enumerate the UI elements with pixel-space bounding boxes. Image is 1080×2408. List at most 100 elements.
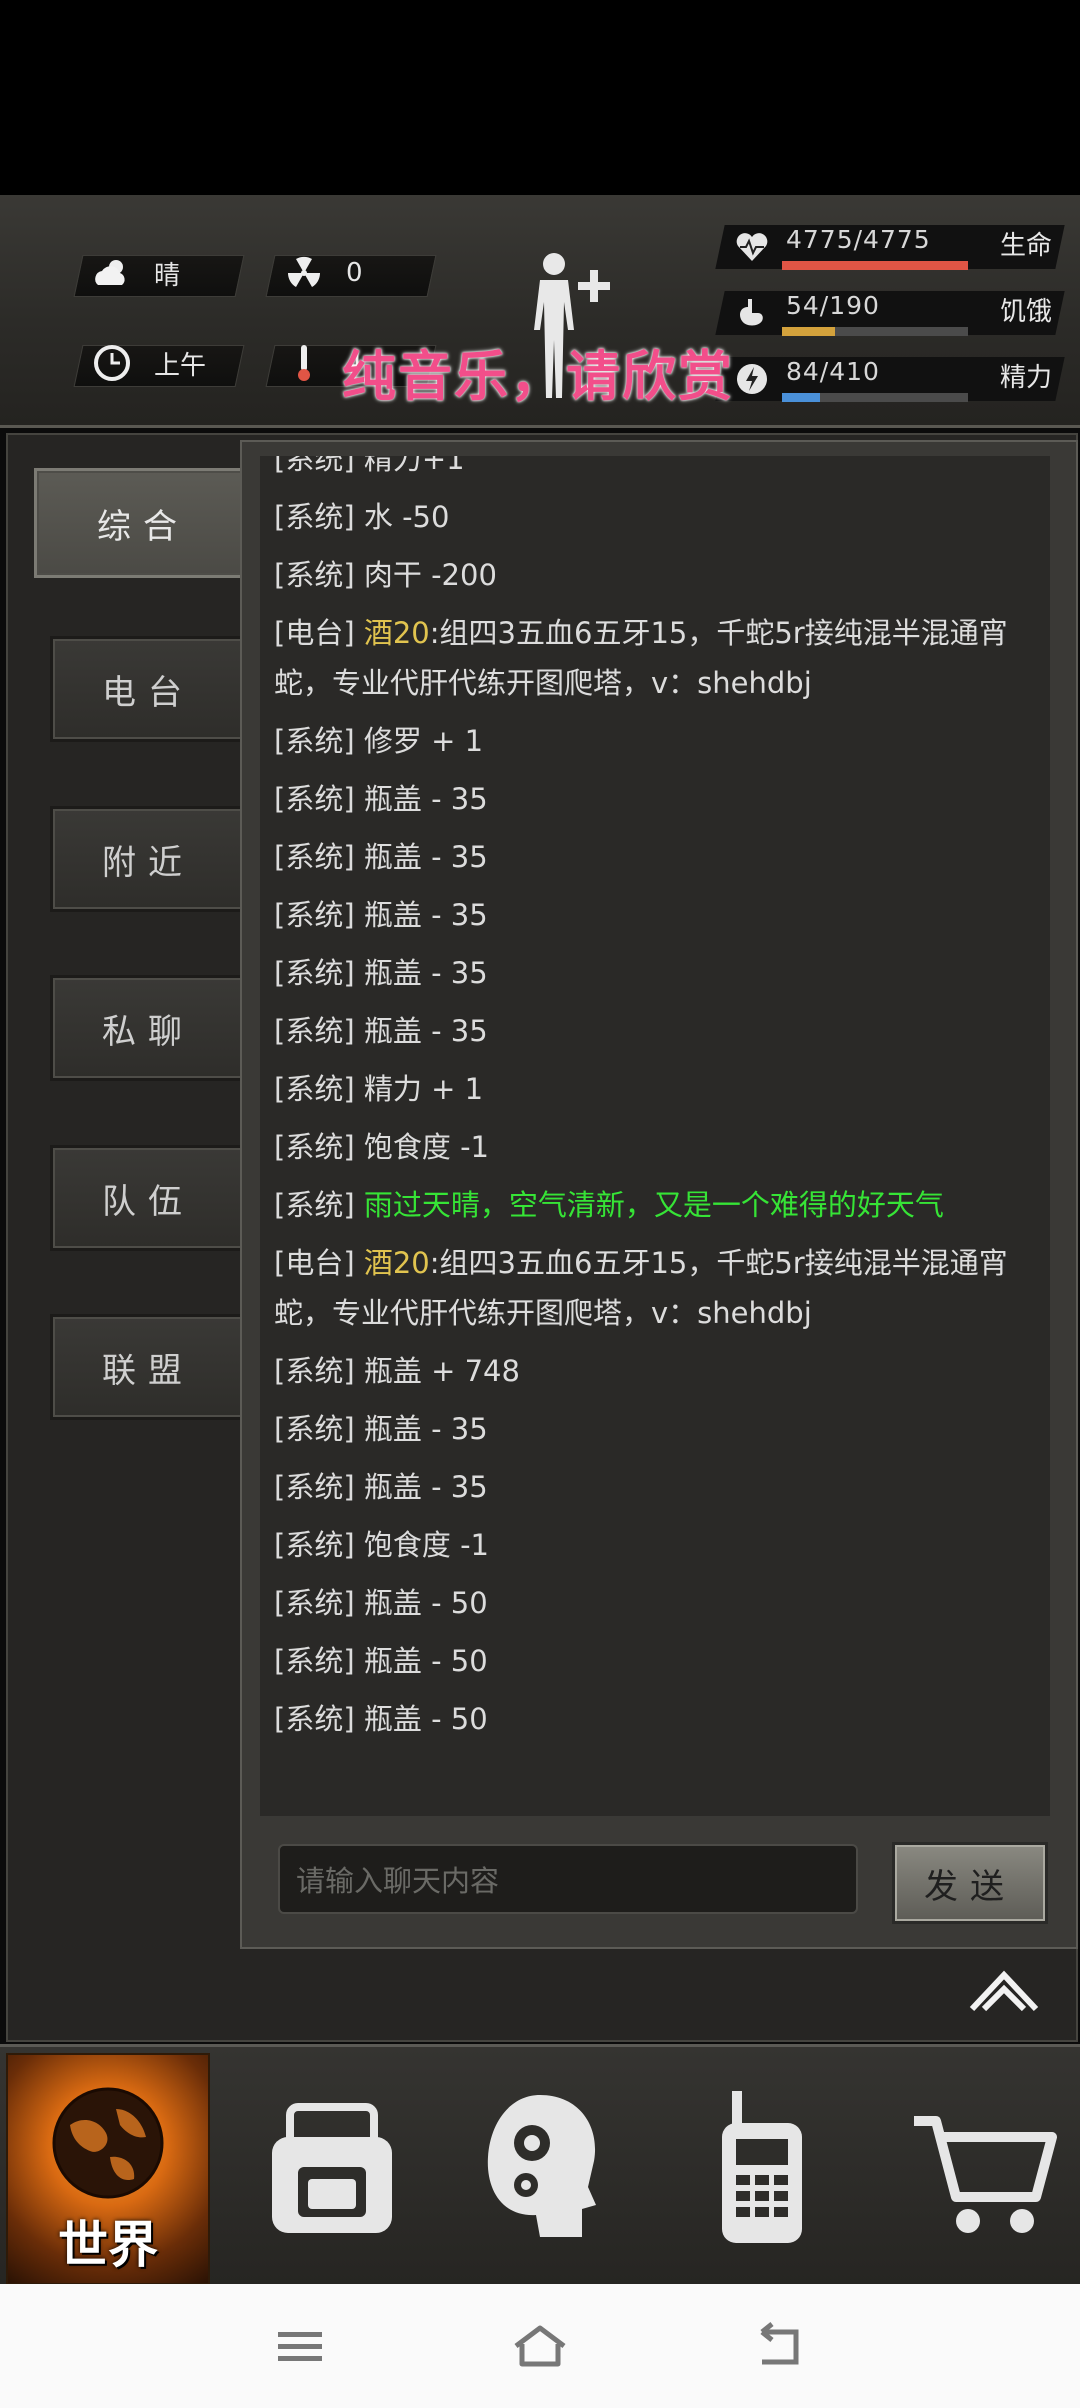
chat-message: [系统] 精力+1 [260,456,1050,488]
energy-label: 精力 [999,363,1052,393]
send-button[interactable]: 发送 [892,1842,1048,1924]
message-channel-tag: [系统] [274,1130,355,1164]
chat-message: [系统] 瓶盖 - 50 [260,1574,1050,1632]
message-text: 精力+1 [363,456,465,476]
message-text: 雨过天晴，空气清新，又是一个难得的好天气 [363,1188,944,1222]
message-channel-tag: [系统] [274,1014,355,1048]
chat-message: [系统] 饱食度 -1 [260,1118,1050,1176]
chat-message: [系统] 水 -50 [260,488,1050,546]
energy-stat: 84/410 精力 [715,349,1070,402]
backpack-icon[interactable] [262,2087,402,2247]
system-navigation-bar [0,2284,1080,2408]
message-channel-tag: [系统] [274,1072,355,1106]
message-channel-tag: [系统] [274,1412,355,1446]
message-channel-tag: [系统] [274,500,355,534]
chat-message: [系统] 瓶盖 - 35 [260,1002,1050,1060]
tab-team[interactable]: 队伍 [50,1145,246,1251]
hunger-stat: 54/190 饥饿 [715,283,1070,336]
message-channel-tag: [系统] [274,1354,355,1388]
stomach-icon [740,299,763,326]
chat-message: [电台] 酒20:组四3五血6五牙15，千蛇5r接纯混半混通宵蛇，专业代肝代练开… [260,1234,1050,1342]
message-text: 肉干 -200 [363,558,497,592]
message-sender[interactable]: 酒20 [364,1246,430,1280]
shopping-cart-icon[interactable] [910,2087,1060,2247]
chat-message: [系统] 瓶盖 - 35 [260,1400,1050,1458]
tab-alliance[interactable]: 联盟 [50,1314,246,1420]
chat-message: [系统] 瓶盖 - 35 [260,828,1050,886]
energy-value: 84/410 [786,357,880,386]
status-bar-area [0,0,1080,195]
radiation-value: 0 [346,258,363,288]
hp-bar [782,261,968,270]
message-channel-tag: [电台] [274,1246,355,1280]
message-text: 瓶盖 - 35 [363,956,488,990]
thermometer-icon [284,343,324,383]
message-channel-tag: [系统] [274,724,355,758]
tab-private[interactable]: 私聊 [50,975,246,1081]
heart-icon [736,233,768,261]
hunger-bar [782,327,835,336]
collapse-chevron-icon[interactable] [968,1965,1040,2013]
message-text: 饱食度 -1 [363,1528,489,1562]
weather-value: 晴 [154,260,181,291]
chat-message: [系统] 瓶盖 - 50 [260,1690,1050,1748]
chat-message: [系统] 瓶盖 - 50 [260,1632,1050,1690]
message-text: 瓶盖 - 35 [363,782,488,816]
skills-head-icon[interactable] [470,2087,610,2247]
hunger-label: 饥饿 [999,297,1052,327]
tab-radio[interactable]: 电台 [50,636,246,742]
message-channel-tag: [系统] [274,898,355,932]
message-text: 精力 + 1 [363,1072,484,1106]
message-sender[interactable]: 酒20 [364,616,430,650]
menu-icon[interactable] [270,2322,330,2372]
hp-label: 生命 [999,231,1052,261]
message-text: 瓶盖 - 35 [363,1470,488,1504]
chat-message: [系统] 瓶盖 - 35 [260,1458,1050,1516]
energy-bar [782,393,821,402]
message-text: 修罗 + 1 [363,724,484,758]
message-text: 瓶盖 + 748 [363,1354,520,1388]
chat-message: [系统] 雨过天晴，空气清新，又是一个难得的好天气 [260,1176,1050,1234]
tab-nearby[interactable]: 附近 [50,806,246,912]
message-text: 饱食度 -1 [363,1130,489,1164]
chat-message: [系统] 瓶盖 - 35 [260,886,1050,944]
message-text: 瓶盖 - 35 [363,1014,488,1048]
message-text: 水 -50 [363,500,450,534]
message-channel-tag: [系统] [274,558,355,592]
chat-message: [系统] 瓶盖 + 748 [260,1342,1050,1400]
tab-general[interactable]: 综合 [34,468,252,578]
message-text: 瓶盖 - 50 [363,1586,488,1620]
home-icon[interactable] [510,2322,570,2372]
chat-message: [系统] 修罗 + 1 [260,712,1050,770]
message-channel-tag: [系统] [274,782,355,816]
message-channel-tag: [电台] [274,616,355,650]
overlay-caption: 纯音乐，请欣赏 [342,345,734,408]
radio-walkie-icon[interactable] [692,2087,832,2247]
clock-icon [92,343,132,383]
message-text: 瓶盖 - 35 [363,840,488,874]
hp-value: 4775/4775 [786,225,931,254]
chat-message: [系统] 饱食度 -1 [260,1516,1050,1574]
message-channel-tag: [系统] [274,1702,355,1736]
message-channel-tag: [系统] [274,1586,355,1620]
globe-icon [52,2087,164,2199]
chat-message: [系统] 瓶盖 - 35 [260,770,1050,828]
chat-input[interactable]: 请输入聊天内容 [278,1844,858,1914]
time-value: 上午 [154,350,207,381]
chat-message: [系统] 瓶盖 - 35 [260,944,1050,1002]
hunger-value: 54/190 [786,291,880,320]
nav-world-button[interactable]: 世界 [6,2053,210,2285]
message-channel-tag: [系统] [274,1470,355,1504]
message-channel-tag: [系统] [274,840,355,874]
chat-message: [电台] 酒20:组四3五血6五牙15，千蛇5r接纯混半混通宵蛇，专业代肝代练开… [260,604,1050,712]
back-icon[interactable] [750,2322,810,2372]
message-text: 瓶盖 - 50 [363,1702,488,1736]
message-text: 瓶盖 - 35 [363,898,488,932]
chat-message: [系统] 肉干 -200 [260,546,1050,604]
message-text: 瓶盖 - 50 [363,1644,488,1678]
message-text: 瓶盖 - 35 [363,1412,488,1446]
game-bottom-nav: 世界 [0,2044,1080,2287]
chat-message-list[interactable]: [系统] 精力+1 [系统] 水 -50 [系统] 肉干 -200 [电台] 酒20:… [260,456,1050,1816]
message-channel-tag: [系统] [274,1644,355,1678]
message-channel-tag: [系统] [274,456,355,476]
